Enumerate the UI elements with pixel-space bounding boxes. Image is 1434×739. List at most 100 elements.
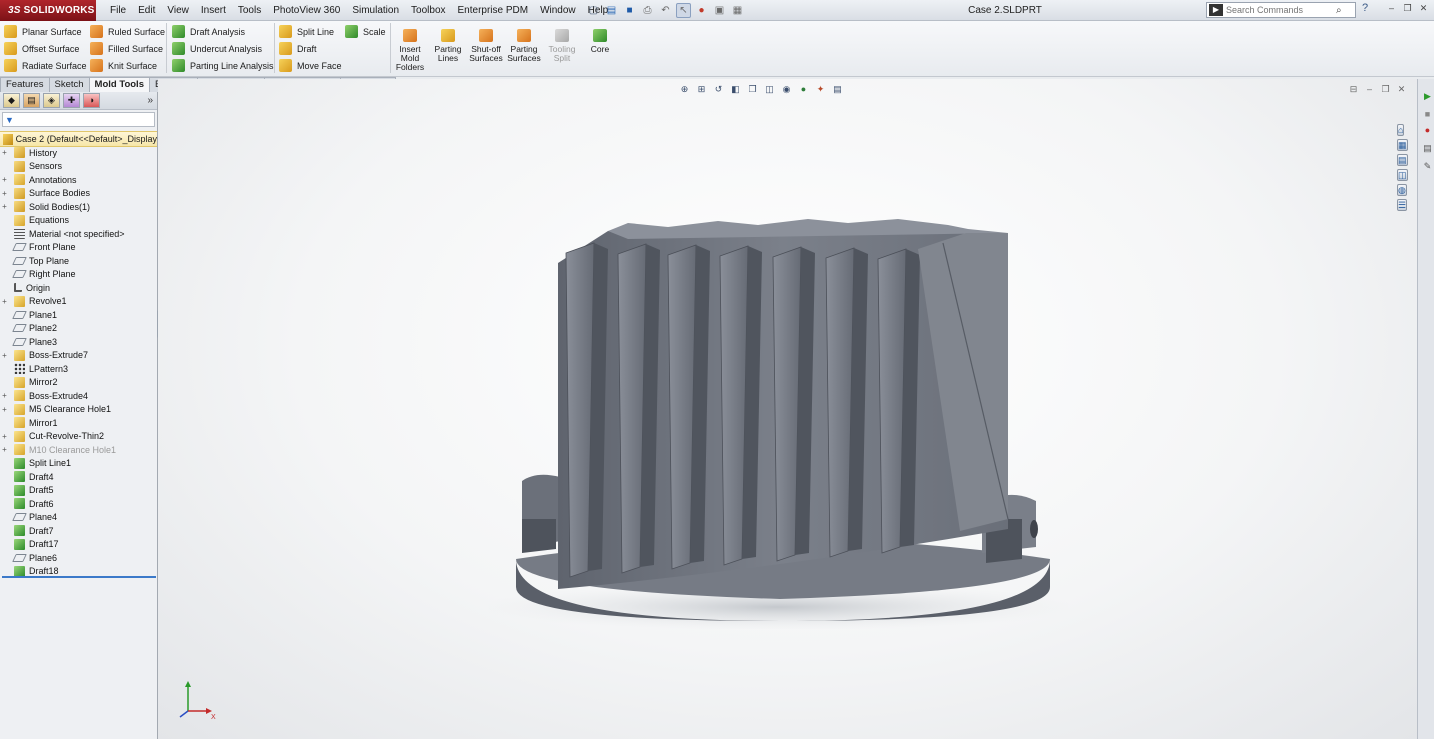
- tree-node[interactable]: Plane6: [0, 551, 57, 564]
- section-view-icon[interactable]: ◧: [729, 83, 742, 95]
- filled-surface-button[interactable]: Filled Surface: [90, 40, 165, 57]
- expand-toggle-icon[interactable]: +: [0, 297, 9, 306]
- file-explorer-icon[interactable]: ▤: [1397, 154, 1408, 166]
- tree-node[interactable]: Mirror2: [0, 376, 58, 389]
- solidworks-logo[interactable]: 3S SOLIDWORKS: [0, 0, 96, 21]
- open-folder-icon[interactable]: ▤: [604, 3, 619, 18]
- radiate-surface-button[interactable]: Radiate Surface: [4, 57, 87, 74]
- tree-node[interactable]: Draft7: [0, 524, 54, 537]
- shut-off-surfaces-button[interactable]: Shut-off Surfaces: [467, 27, 505, 63]
- play-macro-icon[interactable]: ▶: [1420, 89, 1434, 104]
- rebuild-icon[interactable]: ●: [694, 3, 709, 18]
- panel-expand-icon[interactable]: »: [147, 95, 153, 106]
- expand-toggle-icon[interactable]: +: [0, 432, 9, 441]
- view-settings-icon[interactable]: ▤: [831, 83, 844, 95]
- solidworks-resources-icon[interactable]: ⌂: [1397, 124, 1405, 136]
- search-commands-box[interactable]: ▶ ⌕: [1206, 2, 1356, 18]
- tree-node[interactable]: Draft6: [0, 497, 54, 510]
- zoom-to-area-icon[interactable]: ⊞: [695, 83, 708, 95]
- viewport-split-icon[interactable]: ⊟: [1348, 83, 1359, 95]
- viewport-minimize-icon[interactable]: –: [1364, 83, 1375, 95]
- help-icon[interactable]: ?: [1362, 2, 1368, 14]
- planar-surface-button[interactable]: Planar Surface: [4, 23, 87, 40]
- knit-surface-button[interactable]: Knit Surface: [90, 57, 165, 74]
- menu-toolbox[interactable]: Toolbox: [405, 0, 451, 21]
- tree-node[interactable]: + Boss-Extrude7: [0, 349, 88, 362]
- menu-edit[interactable]: Edit: [132, 0, 161, 21]
- viewport-close-icon[interactable]: ✕: [1396, 83, 1407, 95]
- tree-node[interactable]: + M5 Clearance Hole1: [0, 403, 111, 416]
- file-properties-icon[interactable]: ▣: [712, 3, 727, 18]
- menu-enterprise-pdm[interactable]: Enterprise PDM: [452, 0, 535, 21]
- expand-toggle-icon[interactable]: +: [0, 175, 9, 184]
- print-icon[interactable]: ⎙: [640, 3, 655, 18]
- menu-file[interactable]: File: [104, 0, 132, 21]
- tree-node[interactable]: Draft4: [0, 470, 54, 483]
- case-part-model[interactable]: [488, 219, 1068, 629]
- insert-mold-folders-button[interactable]: Insert Mold Folders: [391, 27, 429, 72]
- tree-node[interactable]: + Annotations: [0, 173, 77, 186]
- property-manager-tab-icon[interactable]: ▤: [23, 93, 40, 108]
- tree-node[interactable]: Plane1: [0, 308, 57, 321]
- hide-show-items-icon[interactable]: ◉: [780, 83, 793, 95]
- task-pane-note-icon[interactable]: ▤: [1420, 141, 1434, 156]
- close-icon[interactable]: ✕: [1418, 2, 1429, 14]
- draft-analysis-button[interactable]: Draft Analysis: [172, 23, 274, 40]
- part-root-node[interactable]: Case 2 (Default<<Default>_Display: [0, 131, 157, 147]
- tree-node[interactable]: + Boss-Extrude4: [0, 389, 88, 402]
- menu-tools[interactable]: Tools: [232, 0, 267, 21]
- menu-photoview-360[interactable]: PhotoView 360: [267, 0, 346, 21]
- scale-button[interactable]: Scale: [345, 23, 386, 40]
- record-icon[interactable]: ●: [1420, 123, 1434, 138]
- rollback-bar[interactable]: [2, 576, 156, 578]
- tree-node[interactable]: Draft17: [0, 538, 59, 551]
- select-cursor-icon[interactable]: ↖: [676, 3, 691, 18]
- tree-node[interactable]: + History: [0, 146, 57, 159]
- tab-features[interactable]: Features: [0, 77, 50, 92]
- tree-node[interactable]: Right Plane: [0, 268, 76, 281]
- split-line-button[interactable]: Split Line: [279, 23, 342, 40]
- task-pane-edit-icon[interactable]: ✎: [1420, 159, 1434, 174]
- expand-toggle-icon[interactable]: +: [0, 445, 9, 454]
- parting-surfaces-button[interactable]: Parting Surfaces: [505, 27, 543, 63]
- draft-button[interactable]: Draft: [279, 40, 342, 57]
- minimize-icon[interactable]: –: [1386, 2, 1397, 14]
- save-icon[interactable]: ■: [622, 3, 637, 18]
- dimxpert-tab-icon[interactable]: ✚: [63, 93, 80, 108]
- tree-node[interactable]: Split Line1: [0, 457, 71, 470]
- appearances-icon[interactable]: ◍: [1397, 184, 1407, 196]
- zoom-to-fit-icon[interactable]: ⊕: [678, 83, 691, 95]
- previous-view-icon[interactable]: ↺: [712, 83, 725, 95]
- display-manager-tab-icon[interactable]: ◑: [83, 93, 100, 108]
- tree-node[interactable]: + Revolve1: [0, 295, 67, 308]
- tree-node[interactable]: Plane3: [0, 335, 57, 348]
- tree-node[interactable]: Mirror1: [0, 416, 58, 429]
- options-icon[interactable]: ▦: [730, 3, 745, 18]
- expand-toggle-icon[interactable]: +: [0, 189, 9, 198]
- tree-node[interactable]: LPattern3: [0, 362, 68, 375]
- tree-filter-input[interactable]: [15, 114, 146, 125]
- edit-appearance-icon[interactable]: ●: [797, 83, 810, 95]
- menu-view[interactable]: View: [161, 0, 195, 21]
- tooling-split-button[interactable]: Tooling Split: [543, 27, 581, 63]
- view-palette-icon[interactable]: ◫: [1397, 169, 1408, 181]
- expand-toggle-icon[interactable]: +: [0, 405, 9, 414]
- move-face-button[interactable]: Move Face: [279, 57, 342, 74]
- tree-node[interactable]: + M10 Clearance Hole1: [0, 443, 116, 456]
- core-button[interactable]: Core: [581, 27, 619, 54]
- expand-toggle-icon[interactable]: +: [0, 148, 9, 157]
- expand-toggle-icon[interactable]: +: [0, 202, 9, 211]
- search-input[interactable]: [1226, 5, 1336, 15]
- tree-node[interactable]: Sensors: [0, 160, 62, 173]
- menu-insert[interactable]: Insert: [195, 0, 232, 21]
- view-orientation-icon[interactable]: ❒: [746, 83, 759, 95]
- expand-toggle-icon[interactable]: +: [0, 351, 9, 360]
- stop-icon[interactable]: ■: [1420, 107, 1434, 122]
- menu-simulation[interactable]: Simulation: [346, 0, 405, 21]
- feature-manager-tab-icon[interactable]: ◆: [3, 93, 20, 108]
- parting-lines-button[interactable]: Parting Lines: [429, 27, 467, 63]
- tab-sketch[interactable]: Sketch: [48, 77, 90, 92]
- search-icon[interactable]: ⌕: [1336, 5, 1342, 16]
- configuration-manager-tab-icon[interactable]: ◈: [43, 93, 60, 108]
- restore-icon[interactable]: ❐: [1402, 2, 1413, 14]
